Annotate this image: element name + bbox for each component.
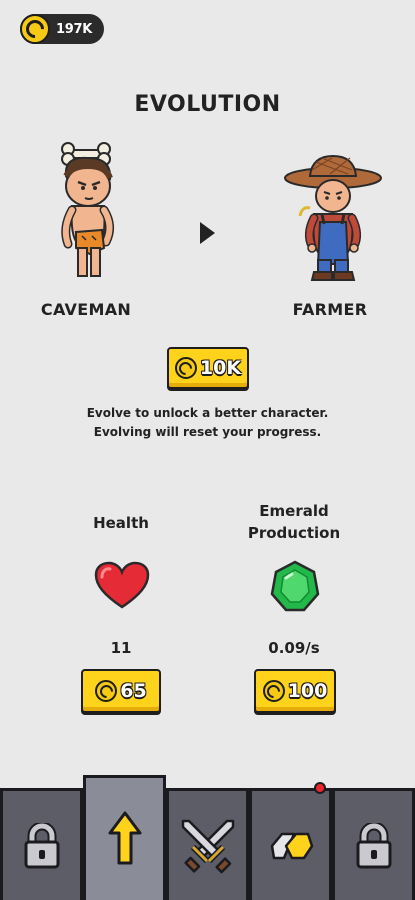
nav-tab-evolution[interactable]: [83, 775, 166, 900]
nav-tab-gems[interactable]: [249, 791, 332, 900]
coin-icon: [174, 357, 197, 379]
farmer-character: [282, 152, 384, 286]
from-character-name: CAVEMAN: [40, 300, 132, 319]
coin-icon: [95, 680, 118, 702]
lock-icon: [356, 822, 391, 868]
nav-tab-locked-2[interactable]: [332, 791, 415, 900]
crossed-swords-icon: [181, 819, 234, 873]
coin-icon: [262, 680, 285, 702]
currency-amount: 197K: [56, 21, 93, 37]
emerald-production-value: 0.09/s: [268, 639, 320, 657]
bottom-nav: [0, 775, 415, 900]
evolve-cost: 10K: [199, 357, 242, 379]
caveman-character: [52, 136, 122, 288]
currency-counter: 197K: [20, 14, 104, 44]
gems-icon: [270, 832, 313, 859]
evolve-description: Evolve to unlock a better character. Evo…: [86, 406, 329, 439]
emerald-cost: 100: [287, 680, 328, 702]
health-value: 11: [110, 639, 132, 657]
upgrade-health-button[interactable]: 65: [81, 669, 161, 713]
health-label: Health: [93, 514, 149, 532]
nav-tab-battle[interactable]: [166, 791, 249, 900]
evolve-button[interactable]: 10K: [167, 347, 249, 389]
lock-icon: [24, 822, 59, 868]
emerald-production-label: Emerald Production: [247, 502, 341, 542]
coin-icon: [20, 14, 50, 44]
upgrade-emerald-button[interactable]: 100: [254, 669, 336, 713]
health-cost: 65: [120, 680, 147, 702]
heart-icon: [94, 561, 150, 613]
nav-tab-locked-1[interactable]: [0, 791, 83, 900]
to-character-name: FARMER: [292, 300, 368, 319]
page-title: EVOLUTION: [134, 92, 281, 117]
notification-badge: [314, 782, 326, 794]
emerald-icon: [270, 560, 320, 616]
up-arrow-icon: [108, 811, 141, 865]
evolve-arrow-icon: [200, 222, 215, 244]
